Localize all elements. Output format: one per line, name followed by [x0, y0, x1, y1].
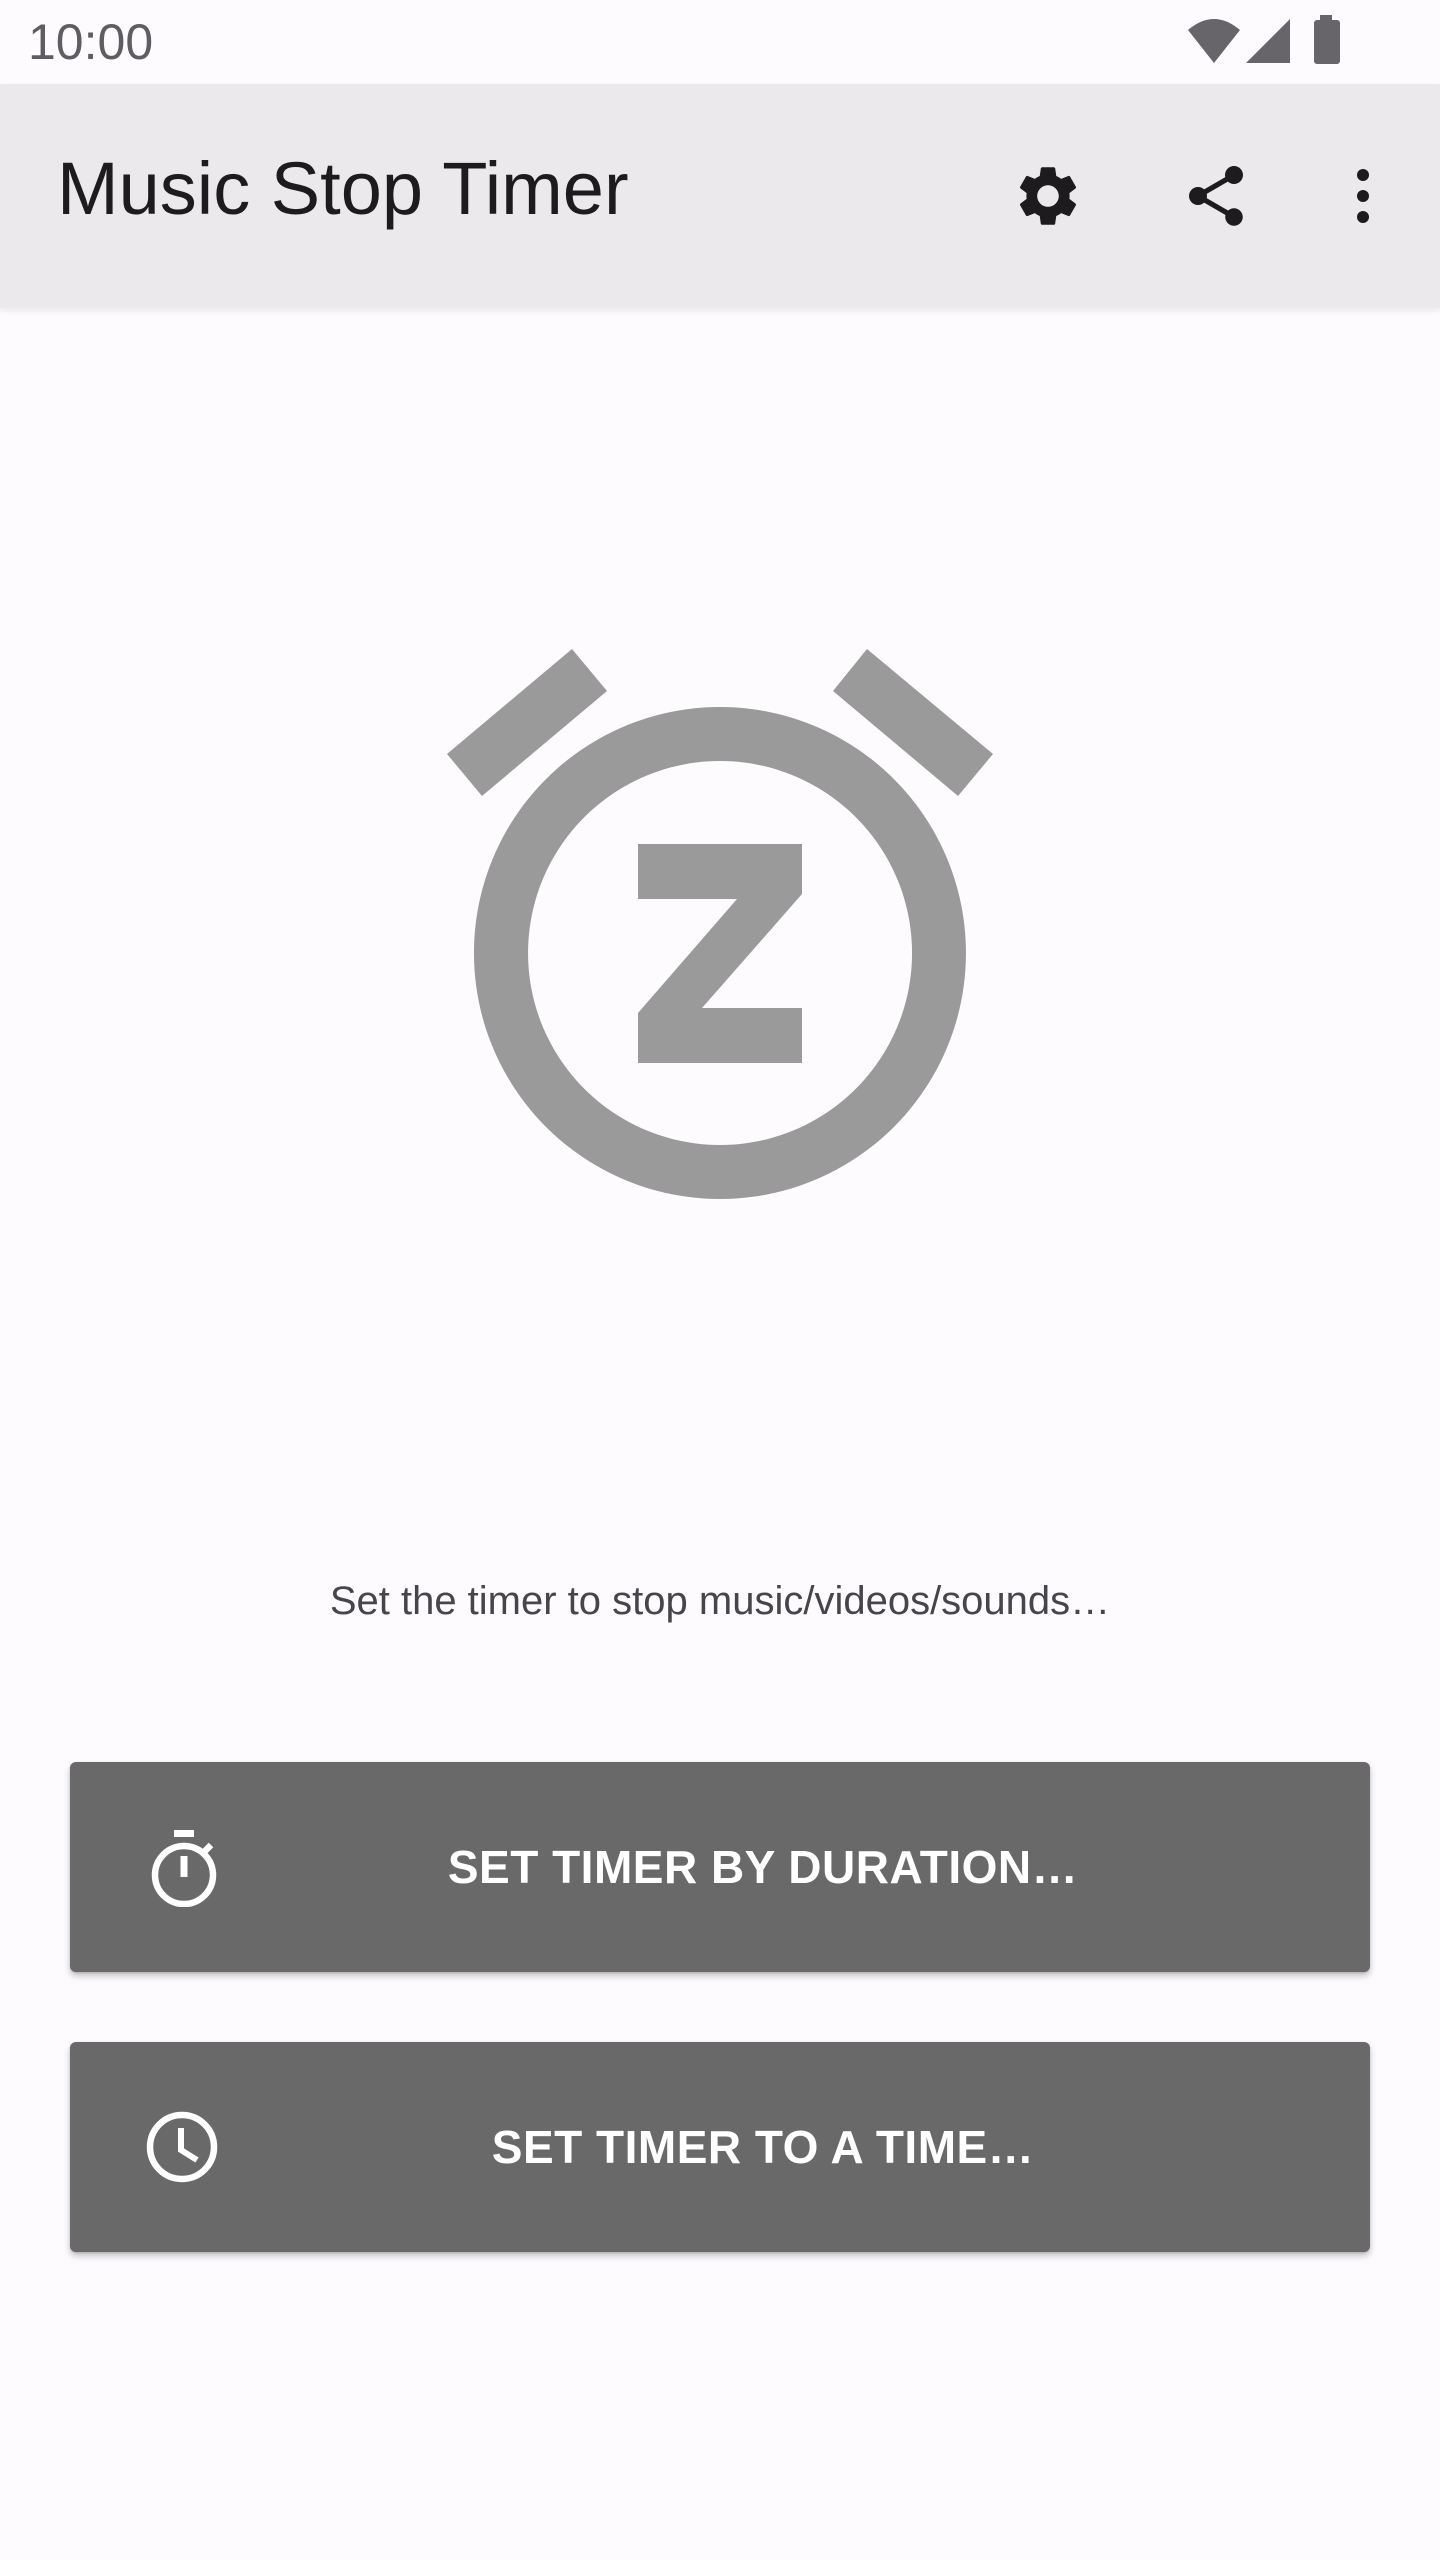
alarm-clock-z-icon: [447, 649, 993, 1199]
status-time: 10:00: [28, 14, 154, 70]
wifi-icon: [1188, 19, 1240, 63]
more-vert-icon: [1357, 169, 1369, 223]
subtitle-text: Set the timer to stop music/videos/sound…: [329, 1579, 1111, 1623]
status-bar: 10:00: [0, 0, 1440, 84]
share-icon: [1189, 166, 1243, 226]
z-letter: [638, 844, 802, 1063]
app-title: Music Stop Timer: [57, 147, 629, 230]
gear-icon: [1019, 167, 1077, 225]
set-timer-by-duration-label: SET TIMER BY DURATION…: [447, 1841, 1079, 1893]
cellular-signal-icon: [1246, 19, 1290, 63]
status-icons: [1180, 14, 1360, 70]
settings-button[interactable]: [993, 141, 1103, 251]
more-options-button[interactable]: [1308, 141, 1418, 251]
share-button[interactable]: [1161, 141, 1271, 251]
app-bar: Music Stop Timer: [0, 84, 1440, 308]
stopwatch-icon: [151, 1830, 217, 1907]
set-timer-to-time-label: SET TIMER TO A TIME…: [491, 2121, 1035, 2173]
clock-icon: [146, 2111, 218, 2183]
set-timer-by-duration-button[interactable]: SET TIMER BY DURATION…: [70, 1762, 1370, 1972]
set-timer-to-time-button[interactable]: SET TIMER TO A TIME…: [70, 2042, 1370, 2252]
battery-icon: [1314, 15, 1340, 64]
